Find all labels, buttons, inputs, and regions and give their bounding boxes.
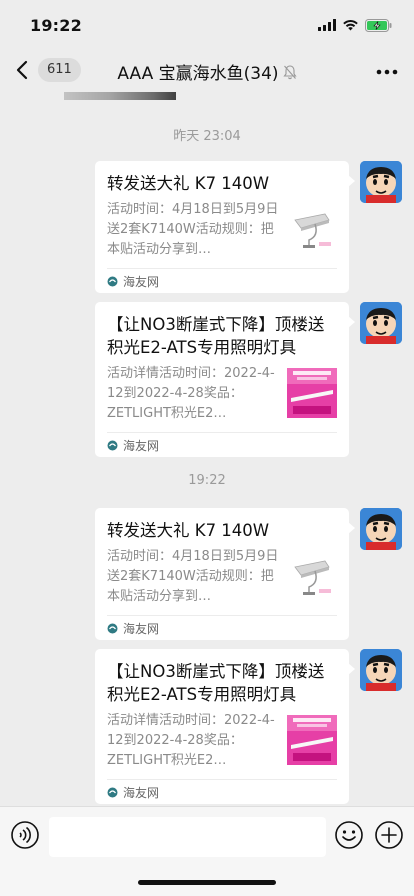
chat-title-container: AAA 宝赢海水鱼(34) bbox=[0, 59, 414, 84]
card-title: 转发送大礼 K7 140W bbox=[107, 521, 270, 540]
plus-icon[interactable] bbox=[374, 820, 404, 850]
avatar[interactable] bbox=[360, 649, 402, 691]
clipped-image-message[interactable] bbox=[64, 92, 176, 100]
card-source: 海友网 bbox=[107, 779, 337, 804]
voice-icon[interactable] bbox=[10, 820, 40, 850]
message-list[interactable]: 昨天 23:04 转发送大礼 K7 140W 活动时间：4月18日到5月9日送2… bbox=[0, 92, 414, 806]
more-icon[interactable] bbox=[376, 60, 398, 79]
emoji-icon[interactable] bbox=[334, 820, 364, 850]
card-title: 【让NO3断崖式下降】顶楼送积光E2-ATS专用照明灯具 bbox=[107, 315, 325, 357]
card-source: 海友网 bbox=[107, 615, 337, 640]
home-indicator bbox=[138, 880, 276, 885]
battery-charging-icon bbox=[365, 18, 392, 32]
link-card[interactable]: 【让NO3断崖式下降】顶楼送积光E2-ATS专用照明灯具 活动详情活动时间：20… bbox=[95, 649, 355, 804]
wifi-icon bbox=[343, 20, 358, 31]
card-source-label: 海友网 bbox=[123, 438, 160, 453]
status-icons bbox=[318, 18, 392, 32]
source-icon bbox=[107, 787, 118, 797]
avatar[interactable] bbox=[360, 161, 402, 203]
status-time: 19:22 bbox=[30, 15, 82, 35]
status-bar: 19:22 bbox=[0, 0, 414, 48]
card-source: 海友网 bbox=[107, 268, 337, 293]
card-description: 活动时间：4月18日到5月9日送2套K7140W活动规则：把本贴活动分享到… bbox=[107, 202, 279, 257]
card-description: 活动详情活动时间：2022-4-12到2022-4-28奖品：ZETLIGHT积… bbox=[107, 366, 275, 421]
message-input[interactable] bbox=[49, 817, 326, 857]
chat-title: AAA 宝赢海水鱼(34) bbox=[117, 64, 279, 84]
card-thumbnail-lamp bbox=[287, 204, 337, 254]
source-icon bbox=[107, 276, 118, 286]
card-description: 活动时间：4月18日到5月9日送2套K7140W活动规则：把本贴活动分享到… bbox=[107, 549, 279, 604]
chat-header: 611 AAA 宝赢海水鱼(34) bbox=[0, 48, 414, 92]
card-title: 【让NO3断崖式下降】顶楼送积光E2-ATS专用照明灯具 bbox=[107, 662, 325, 704]
card-source-label: 海友网 bbox=[123, 274, 160, 289]
avatar[interactable] bbox=[360, 508, 402, 550]
timestamp: 昨天 23:04 bbox=[173, 129, 241, 144]
card-thumbnail-lamp bbox=[287, 551, 337, 601]
card-thumbnail-poster bbox=[287, 368, 337, 418]
card-title: 转发送大礼 K7 140W bbox=[107, 174, 270, 193]
link-card[interactable]: 转发送大礼 K7 140W 活动时间：4月18日到5月9日送2套K7140W活动… bbox=[95, 508, 355, 640]
card-source-label: 海友网 bbox=[123, 621, 160, 636]
card-thumbnail-poster bbox=[287, 715, 337, 765]
bell-off-icon bbox=[282, 64, 297, 79]
signal-icon bbox=[318, 19, 336, 31]
timestamp: 19:22 bbox=[188, 473, 226, 488]
link-card[interactable]: 转发送大礼 K7 140W 活动时间：4月18日到5月9日送2套K7140W活动… bbox=[95, 161, 355, 293]
card-source: 海友网 bbox=[107, 432, 337, 457]
card-source-label: 海友网 bbox=[123, 785, 160, 800]
source-icon bbox=[107, 440, 118, 450]
link-card[interactable]: 【让NO3断崖式下降】顶楼送积光E2-ATS专用照明灯具 活动详情活动时间：20… bbox=[95, 302, 355, 457]
source-icon bbox=[107, 623, 118, 633]
card-description: 活动详情活动时间：2022-4-12到2022-4-28奖品：ZETLIGHT积… bbox=[107, 713, 275, 768]
avatar[interactable] bbox=[360, 302, 402, 344]
